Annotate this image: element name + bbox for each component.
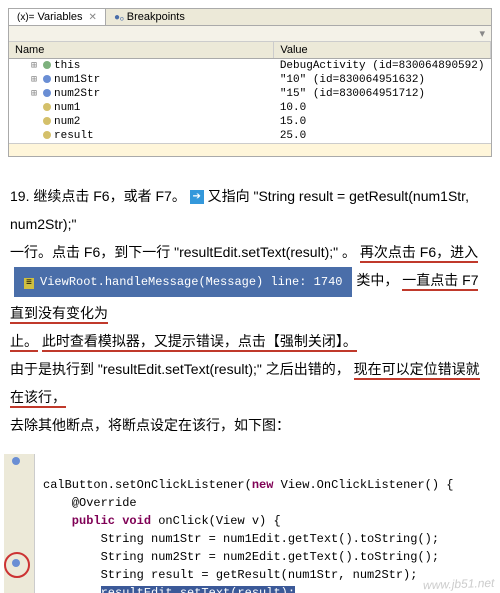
table-row[interactable]: result25.0 bbox=[9, 129, 491, 143]
tab-label: Variables bbox=[38, 11, 83, 23]
table-row[interactable]: num110.0 bbox=[9, 101, 491, 115]
table-header-row: Name Value bbox=[9, 42, 491, 59]
var-icon bbox=[43, 117, 51, 125]
stack-frame-bar: ≡ViewRoot.handleMessage(Message) line: 1… bbox=[14, 267, 352, 297]
expand-icon[interactable]: ⊞ bbox=[31, 74, 43, 86]
step-number: 19. bbox=[10, 188, 29, 204]
table-row[interactable]: ⊞num2Str"15" (id=830064951712) bbox=[9, 87, 491, 101]
var-icon bbox=[43, 89, 51, 97]
debug-pointer-icon: ➔ bbox=[190, 190, 204, 204]
breakpoint-icon[interactable] bbox=[12, 457, 20, 465]
table-row[interactable]: ⊞num1Str"10" (id=830064951632) bbox=[9, 73, 491, 87]
code-gutter bbox=[4, 454, 35, 593]
var-icon bbox=[43, 75, 51, 83]
paragraph-19: 19. 继续点击 F6，或者 F7。 ➔ 又指向 "String result … bbox=[0, 177, 500, 444]
var-icon bbox=[43, 131, 51, 139]
tab-label: Breakpoints bbox=[127, 11, 185, 23]
table-row[interactable]: num215.0 bbox=[9, 115, 491, 129]
col-name: Name bbox=[9, 42, 274, 59]
code-editor: calButton.setOnClickListener(new View.On… bbox=[4, 454, 496, 593]
debug-tabs: (x)= Variables ✕ ●ₒ Breakpoints bbox=[9, 9, 491, 26]
expand-icon[interactable]: ⊞ bbox=[31, 60, 43, 72]
tab-breakpoints[interactable]: ●ₒ Breakpoints bbox=[106, 9, 193, 25]
col-value: Value bbox=[274, 42, 491, 59]
stack-frame-icon: ≡ bbox=[24, 278, 34, 289]
variables-panel: (x)= Variables ✕ ●ₒ Breakpoints ▾ Name V… bbox=[8, 8, 492, 157]
var-icon bbox=[43, 61, 51, 69]
variables-table: Name Value ⊞thisDebugActivity (id=830064… bbox=[9, 42, 491, 143]
breakpoint-icon[interactable] bbox=[12, 559, 20, 567]
menu-dropdown-icon[interactable]: ▾ bbox=[479, 28, 485, 40]
variables-icon: (x)= bbox=[17, 12, 35, 23]
code-content: calButton.setOnClickListener(new View.On… bbox=[35, 454, 457, 593]
close-icon[interactable]: ✕ bbox=[89, 12, 97, 23]
table-row[interactable]: ⊞thisDebugActivity (id=830064890592) bbox=[9, 59, 491, 74]
var-icon bbox=[43, 103, 51, 111]
current-line-highlight: resultEdit.setText(result); bbox=[101, 586, 295, 593]
expand-icon[interactable]: ⊞ bbox=[31, 88, 43, 100]
tab-variables[interactable]: (x)= Variables ✕ bbox=[9, 9, 106, 25]
watermark: www.jb51.net bbox=[422, 576, 494, 592]
filter-bar: ▾ bbox=[9, 26, 491, 42]
detail-area bbox=[9, 143, 491, 156]
breakpoints-icon: ●ₒ bbox=[114, 12, 124, 23]
